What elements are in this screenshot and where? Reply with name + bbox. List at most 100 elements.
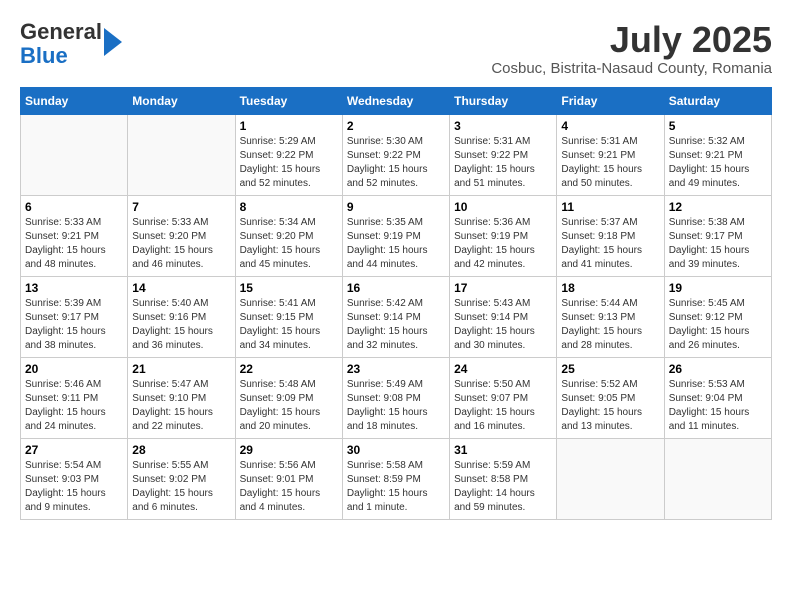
calendar-cell: 9Sunrise: 5:35 AM Sunset: 9:19 PM Daylig… — [342, 195, 449, 276]
calendar-cell: 3Sunrise: 5:31 AM Sunset: 9:22 PM Daylig… — [450, 114, 557, 195]
day-info: Sunrise: 5:49 AM Sunset: 9:08 PM Dayligh… — [347, 378, 445, 434]
day-number: 12 — [669, 200, 767, 214]
calendar-cell: 10 Sunrise: 5:36 AM Sunset: 9:19 PM Dayli… — [450, 195, 557, 276]
calendar-cell: 19 Sunrise: 5:45 AM Sunset: 9:12 PM Dayli… — [664, 276, 771, 357]
calendar-cell: 17 Sunrise: 5:43 AM Sunset: 9:14 PM Dayli… — [450, 276, 557, 357]
day-info: Sunrise: 5:34 AM Sunset: 9:20 PM Dayligh… — [240, 216, 338, 272]
header-monday: Monday — [128, 87, 235, 114]
calendar-cell: 8 Sunrise: 5:34 AM Sunset: 9:20 PM Daylig… — [235, 195, 342, 276]
calendar-week-1: 1 Sunrise: 5:29 AM Sunset: 9:22 PM Daylig… — [21, 114, 772, 195]
day-info: Sunrise: 5:35 AM Sunset: 9:19 PM Dayligh… — [347, 216, 445, 272]
day-number: 4 — [561, 119, 659, 133]
day-info: Sunrise: 5:45 AM Sunset: 9:12 PM Dayligh… — [669, 297, 767, 353]
day-number: 8 — [240, 200, 338, 214]
day-number: 31 — [454, 443, 552, 457]
day-number: 16 — [347, 281, 445, 295]
header-friday: Friday — [557, 87, 664, 114]
calendar-week-5: 27Sunrise: 5:54 AM Sunset: 9:03 PM Dayli… — [21, 438, 772, 519]
day-number: 22 — [240, 362, 338, 376]
calendar-cell: 23 Sunrise: 5:49 AM Sunset: 9:08 PM Dayli… — [342, 357, 449, 438]
day-number: 15 — [240, 281, 338, 295]
calendar-week-3: 13Sunrise: 5:39 AM Sunset: 9:17 PM Dayli… — [21, 276, 772, 357]
day-info: Sunrise: 5:55 AM Sunset: 9:02 PM Dayligh… — [132, 459, 230, 515]
calendar-cell: 18 Sunrise: 5:44 AM Sunset: 9:13 PM Dayli… — [557, 276, 664, 357]
day-number: 20 — [25, 362, 123, 376]
day-number: 17 — [454, 281, 552, 295]
calendar-cell — [128, 114, 235, 195]
day-info: Sunrise: 5:37 AM Sunset: 9:18 PM Dayligh… — [561, 216, 659, 272]
calendar-cell: 11 Sunrise: 5:37 AM Sunset: 9:18 PM Dayli… — [557, 195, 664, 276]
day-info: Sunrise: 5:59 AM Sunset: 8:58 PM Dayligh… — [454, 459, 552, 515]
calendar-cell: 21 Sunrise: 5:47 AM Sunset: 9:10 PM Dayli… — [128, 357, 235, 438]
day-number: 10 — [454, 200, 552, 214]
day-info: Sunrise: 5:32 AM Sunset: 9:21 PM Dayligh… — [669, 135, 767, 191]
day-info: Sunrise: 5:53 AM Sunset: 9:04 PM Dayligh… — [669, 378, 767, 434]
header-wednesday: Wednesday — [342, 87, 449, 114]
day-info: Sunrise: 5:31 AM Sunset: 9:22 PM Dayligh… — [454, 135, 552, 191]
day-info: Sunrise: 5:31 AM Sunset: 9:21 PM Dayligh… — [561, 135, 659, 191]
header-tuesday: Tuesday — [235, 87, 342, 114]
calendar-cell: 30 Sunrise: 5:58 AM Sunset: 8:59 PM Dayli… — [342, 438, 449, 519]
day-number: 5 — [669, 119, 767, 133]
day-info: Sunrise: 5:41 AM Sunset: 9:15 PM Dayligh… — [240, 297, 338, 353]
calendar-cell: 31 Sunrise: 5:59 AM Sunset: 8:58 PM Dayli… — [450, 438, 557, 519]
calendar-cell — [21, 114, 128, 195]
calendar-cell: 4 Sunrise: 5:31 AM Sunset: 9:21 PM Daylig… — [557, 114, 664, 195]
day-info: Sunrise: 5:40 AM Sunset: 9:16 PM Dayligh… — [132, 297, 230, 353]
day-number: 29 — [240, 443, 338, 457]
day-number: 23 — [347, 362, 445, 376]
title-block: July 2025 Cosbuc, Bistrita-Nasaud County… — [491, 20, 772, 77]
day-info: Sunrise: 5:42 AM Sunset: 9:14 PM Dayligh… — [347, 297, 445, 353]
day-info: Sunrise: 5:48 AM Sunset: 9:09 PM Dayligh… — [240, 378, 338, 434]
calendar-week-4: 20Sunrise: 5:46 AM Sunset: 9:11 PM Dayli… — [21, 357, 772, 438]
day-info: Sunrise: 5:33 AM Sunset: 9:20 PM Dayligh… — [132, 216, 230, 272]
day-info: Sunrise: 5:54 AM Sunset: 9:03 PM Dayligh… — [25, 459, 123, 515]
day-info: Sunrise: 5:36 AM Sunset: 9:19 PM Dayligh… — [454, 216, 552, 272]
day-number: 30 — [347, 443, 445, 457]
logo-arrow-icon — [104, 28, 122, 56]
calendar-cell: 27Sunrise: 5:54 AM Sunset: 9:03 PM Dayli… — [21, 438, 128, 519]
logo-blue: Blue — [20, 43, 68, 68]
calendar-cell: 14 Sunrise: 5:40 AM Sunset: 9:16 PM Dayli… — [128, 276, 235, 357]
day-number: 19 — [669, 281, 767, 295]
day-number: 2 — [347, 119, 445, 133]
calendar-cell: 13Sunrise: 5:39 AM Sunset: 9:17 PM Dayli… — [21, 276, 128, 357]
calendar-cell: 26 Sunrise: 5:53 AM Sunset: 9:04 PM Dayli… — [664, 357, 771, 438]
calendar-cell: 29Sunrise: 5:56 AM Sunset: 9:01 PM Dayli… — [235, 438, 342, 519]
day-info: Sunrise: 5:29 AM Sunset: 9:22 PM Dayligh… — [240, 135, 338, 191]
day-number: 14 — [132, 281, 230, 295]
calendar-cell: 12Sunrise: 5:38 AM Sunset: 9:17 PM Dayli… — [664, 195, 771, 276]
month-title: July 2025 — [491, 20, 772, 60]
day-number: 18 — [561, 281, 659, 295]
page-header: General Blue July 2025 Cosbuc, Bistrita-… — [20, 20, 772, 77]
day-number: 26 — [669, 362, 767, 376]
day-info: Sunrise: 5:33 AM Sunset: 9:21 PM Dayligh… — [25, 216, 123, 272]
day-number: 1 — [240, 119, 338, 133]
day-info: Sunrise: 5:43 AM Sunset: 9:14 PM Dayligh… — [454, 297, 552, 353]
day-number: 11 — [561, 200, 659, 214]
day-info: Sunrise: 5:39 AM Sunset: 9:17 PM Dayligh… — [25, 297, 123, 353]
day-info: Sunrise: 5:50 AM Sunset: 9:07 PM Dayligh… — [454, 378, 552, 434]
day-info: Sunrise: 5:52 AM Sunset: 9:05 PM Dayligh… — [561, 378, 659, 434]
calendar-cell: 6Sunrise: 5:33 AM Sunset: 9:21 PM Daylig… — [21, 195, 128, 276]
calendar-cell: 25 Sunrise: 5:52 AM Sunset: 9:05 PM Dayli… — [557, 357, 664, 438]
day-number: 7 — [132, 200, 230, 214]
day-number: 24 — [454, 362, 552, 376]
calendar-cell — [664, 438, 771, 519]
calendar-header-row: SundayMondayTuesdayWednesdayThursdayFrid… — [21, 87, 772, 114]
day-number: 21 — [132, 362, 230, 376]
calendar-cell: 2Sunrise: 5:30 AM Sunset: 9:22 PM Daylig… — [342, 114, 449, 195]
day-info: Sunrise: 5:47 AM Sunset: 9:10 PM Dayligh… — [132, 378, 230, 434]
calendar-cell: 15 Sunrise: 5:41 AM Sunset: 9:15 PM Dayli… — [235, 276, 342, 357]
calendar-cell — [557, 438, 664, 519]
day-number: 28 — [132, 443, 230, 457]
calendar-cell: 7 Sunrise: 5:33 AM Sunset: 9:20 PM Daylig… — [128, 195, 235, 276]
logo-general: General — [20, 19, 102, 44]
day-info: Sunrise: 5:58 AM Sunset: 8:59 PM Dayligh… — [347, 459, 445, 515]
calendar-week-2: 6Sunrise: 5:33 AM Sunset: 9:21 PM Daylig… — [21, 195, 772, 276]
calendar-cell: 22 Sunrise: 5:48 AM Sunset: 9:09 PM Dayli… — [235, 357, 342, 438]
calendar-cell: 5 Sunrise: 5:32 AM Sunset: 9:21 PM Daylig… — [664, 114, 771, 195]
day-info: Sunrise: 5:44 AM Sunset: 9:13 PM Dayligh… — [561, 297, 659, 353]
day-number: 25 — [561, 362, 659, 376]
header-sunday: Sunday — [21, 87, 128, 114]
